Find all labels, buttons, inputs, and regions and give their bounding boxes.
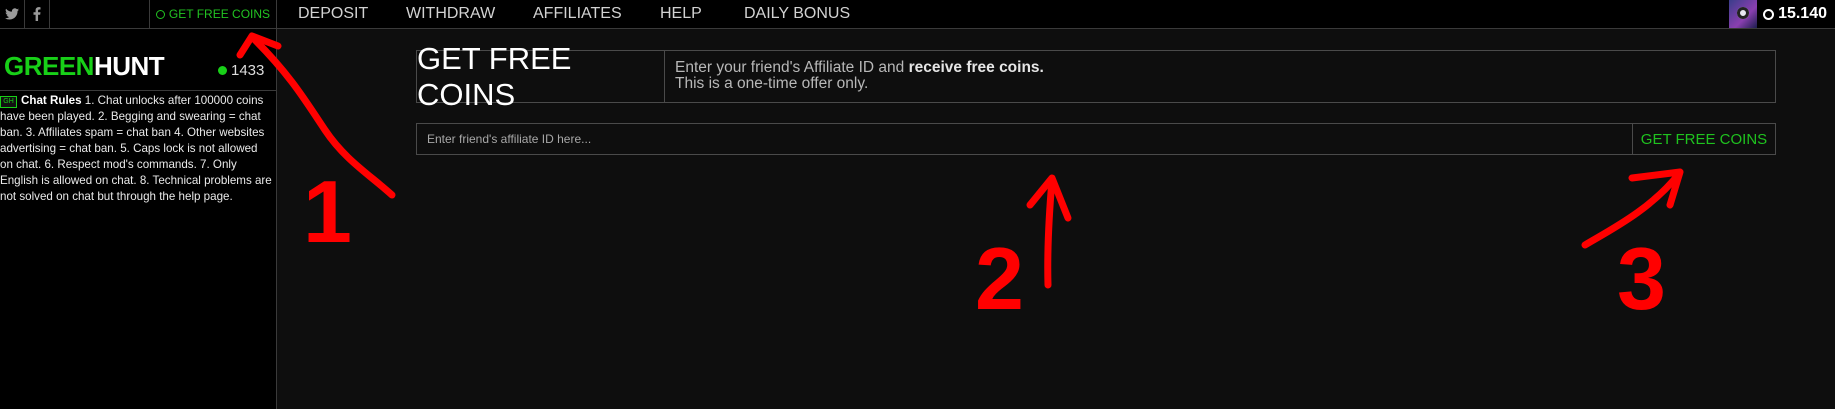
online-count: 1433 bbox=[231, 62, 265, 79]
nav-deposit[interactable]: DEPOSIT bbox=[298, 0, 368, 28]
annotation-arrow-3-head bbox=[1628, 168, 1684, 209]
coin-icon bbox=[1763, 8, 1775, 20]
annotation-number-1: 1 bbox=[303, 162, 352, 261]
chat-sidebar: GREENHUNT 1433 GH Chat Rules 1. Chat unlo… bbox=[0, 29, 277, 409]
offer-desc-line2: This is a one-time offer only. bbox=[675, 75, 869, 92]
online-counter: 1433 bbox=[218, 62, 264, 79]
nav-help[interactable]: HELP bbox=[660, 0, 702, 28]
top-bar: GET FREE COINS DEPOSIT WITHDRAW AFFILIAT… bbox=[0, 0, 1835, 29]
nav-withdraw[interactable]: WITHDRAW bbox=[406, 0, 495, 28]
get-free-coins-button[interactable]: GET FREE COINS bbox=[1632, 124, 1775, 154]
twitter-link[interactable] bbox=[0, 0, 25, 28]
free-coins-banner: GET FREE COINS Enter your friend's Affil… bbox=[416, 41, 1776, 112]
online-dot-icon bbox=[218, 66, 227, 75]
logo-green-text: GREEN bbox=[4, 51, 94, 81]
site-logo[interactable]: GREENHUNT bbox=[4, 51, 165, 82]
offer-description: Enter your friend's Affiliate ID and rec… bbox=[665, 51, 1054, 102]
twitter-icon bbox=[5, 8, 19, 20]
offer-desc-bold: receive free coins. bbox=[908, 59, 1044, 76]
coin-icon bbox=[155, 9, 165, 19]
balance-display: 15.140 bbox=[1763, 5, 1827, 23]
logo-hunt-text: HUNT bbox=[93, 51, 165, 81]
chat-rules-text: 1. Chat unlocks after 100000 coins have … bbox=[0, 94, 272, 203]
facebook-link[interactable] bbox=[25, 0, 50, 28]
affiliate-form: GET FREE COINS bbox=[416, 123, 1776, 155]
chat-rules-badge-icon: GH bbox=[0, 96, 17, 108]
balance-value: 15.140 bbox=[1778, 5, 1827, 22]
annotation-arrow-2 bbox=[1044, 176, 1056, 289]
facebook-icon bbox=[33, 7, 41, 21]
page-title: GET FREE COINS bbox=[417, 41, 665, 112]
nav-get-free-coins-label: GET FREE COINS bbox=[168, 7, 271, 21]
annotation-number-3: 3 bbox=[1617, 229, 1666, 328]
divider bbox=[0, 90, 277, 91]
annotation-number-2: 2 bbox=[975, 229, 1024, 328]
avatar[interactable] bbox=[1729, 0, 1758, 28]
offer-desc-prefix: Enter your friend's Affiliate ID and bbox=[675, 59, 909, 76]
affiliate-id-input[interactable] bbox=[417, 124, 1632, 154]
account-area: 15.140 bbox=[1729, 0, 1835, 28]
annotation-arrow-2-head bbox=[1026, 174, 1072, 222]
chat-rules: GH Chat Rules 1. Chat unlocks after 10000… bbox=[0, 93, 272, 205]
nav-get-free-coins[interactable]: GET FREE COINS bbox=[149, 0, 277, 28]
nav-daily-bonus[interactable]: DAILY BONUS bbox=[744, 0, 850, 28]
chat-rules-title: Chat Rules bbox=[21, 94, 82, 107]
nav-affiliates[interactable]: AFFILIATES bbox=[533, 0, 622, 28]
